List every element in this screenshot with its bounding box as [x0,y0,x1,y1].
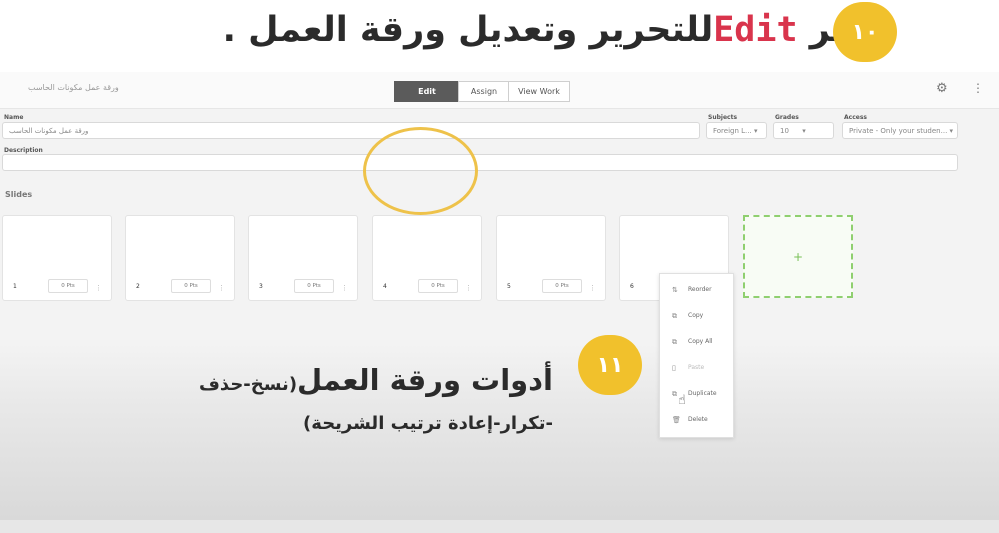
slide-card-3[interactable]: 3 0 Pts ⋮ [248,215,358,301]
tab-view-work-label: View Work [518,87,560,96]
menu-item-label: Copy All [688,338,713,345]
paste-icon: ▯ [672,364,676,372]
trash-icon: 🗑 [672,416,681,424]
bottom-strip [0,520,999,533]
slide-number: 2 [136,283,140,290]
access-select-value: Private - Only your studen... [849,127,948,135]
subjects-select[interactable]: Foreign L... ▾ [706,122,767,139]
step-11-title-main: أدوات ورقة العمل [297,363,553,397]
title-suffix: للتحرير وتعديل ورقة العمل . [222,10,714,50]
step-10-title: اختر Editللتحرير وتعديل ورقة العمل . [223,4,883,56]
gear-icon[interactable]: ⚙ [936,81,948,96]
slide-points-field[interactable]: 0 Pts [418,279,458,293]
slide-more-icon[interactable]: ⋮ [465,284,472,292]
app-header: ورقة عمل مكونات الحاسب Edit Assign View … [0,72,999,109]
slides-title: Slides [5,190,33,199]
access-select[interactable]: Private - Only your studen... ▾ [842,122,958,139]
step-11-title: أدوات ورقة العمل(نسخ-حذف [199,360,553,400]
tab-view-work[interactable]: View Work [508,81,570,102]
description-field[interactable] [2,154,958,171]
menu-item-duplicate[interactable]: ⧉ Duplicate [660,381,733,407]
menu-item-reorder[interactable]: ⇅ Reorder [660,277,733,303]
slide-context-menu: ⇅ Reorder ⧉ Copy ⧉ Copy All ▯ Paste ⧉ Du… [659,273,734,438]
slide-card-2[interactable]: 2 0 Pts ⋮ [125,215,235,301]
worksheet-title: ورقة عمل مكونات الحاسب [28,83,119,92]
menu-item-label: Duplicate [688,390,717,397]
slide-more-icon[interactable]: ⋮ [341,284,348,292]
tab-edit[interactable]: Edit [394,81,460,102]
slide-number: 1 [13,283,17,290]
menu-item-copy[interactable]: ⧉ Copy [660,303,733,329]
step-11-number: ١١ [596,352,624,378]
hand-cursor-icon: ☝ [678,393,686,408]
description-label: Description [4,147,43,154]
slide-points-field[interactable]: 0 Pts [48,279,88,293]
menu-item-copy-all[interactable]: ⧉ Copy All [660,329,733,355]
step-11-title-paren: (نسخ-حذف [199,374,298,395]
duplicate-icon: ⧉ [672,390,677,398]
slide-points-field[interactable]: 0 Pts [542,279,582,293]
name-field-value: ورقة عمل مكونات الحاسب [9,127,89,135]
step-10-number: ١٠ [851,19,879,45]
slide-more-icon[interactable]: ⋮ [218,284,225,292]
more-vertical-icon[interactable]: ⋮ [972,81,984,95]
menu-item-label: Delete [688,416,708,423]
grades-label: Grades [775,114,799,121]
subjects-select-value: Foreign L... [713,127,752,135]
subjects-label: Subjects [708,114,738,121]
tutorial-title-bar: اختر Editللتحرير وتعديل ورقة العمل . ١٠ [0,0,999,70]
reorder-icon: ⇅ [672,286,678,294]
tab-edit-label: Edit [418,87,436,96]
tab-assign[interactable]: Assign [458,81,510,102]
access-label: Access [844,114,867,121]
slide-number: 3 [259,283,263,290]
name-field[interactable]: ورقة عمل مكونات الحاسب [2,122,700,139]
menu-item-label: Reorder [688,286,712,293]
slide-points-field[interactable]: 0 Pts [171,279,211,293]
menu-item-paste[interactable]: ▯ Paste [660,355,733,381]
app-screenshot: ورقة عمل مكونات الحاسب Edit Assign View … [0,72,999,533]
add-slide-button[interactable]: + [743,215,853,298]
menu-item-delete[interactable]: 🗑 Delete [660,407,733,433]
menu-item-label: Copy [688,312,704,319]
slide-number: 4 [383,283,387,290]
add-slide-plus-icon: + [792,249,804,264]
grades-select[interactable]: 10 ▾ [773,122,834,139]
copy-all-icon: ⧉ [672,338,677,346]
title-edit-word: Edit [713,10,798,50]
slide-more-icon[interactable]: ⋮ [95,284,102,292]
name-label: Name [4,114,24,121]
edit-highlight-ring [363,127,478,215]
slide-card-4[interactable]: 4 0 Pts ⋮ [372,215,482,301]
grades-select-value: 10 [780,127,789,135]
slide-number: 6 [630,283,634,290]
step-11-badge: ١١ [578,335,642,395]
tab-assign-label: Assign [470,87,498,96]
slide-card-5[interactable]: 5 0 Pts ⋮ [496,215,606,301]
slide-more-icon[interactable]: ⋮ [589,284,596,292]
slide-number: 5 [507,283,511,290]
slide-points-field[interactable]: 0 Pts [294,279,334,293]
step-11-subtitle: -تكرار-إعادة ترتيب الشريحة) [303,413,553,434]
menu-item-label: Paste [688,364,705,371]
slide-card-1[interactable]: 1 0 Pts ⋮ [2,215,112,301]
copy-icon: ⧉ [672,312,677,320]
step-10-badge: ١٠ [833,2,897,62]
